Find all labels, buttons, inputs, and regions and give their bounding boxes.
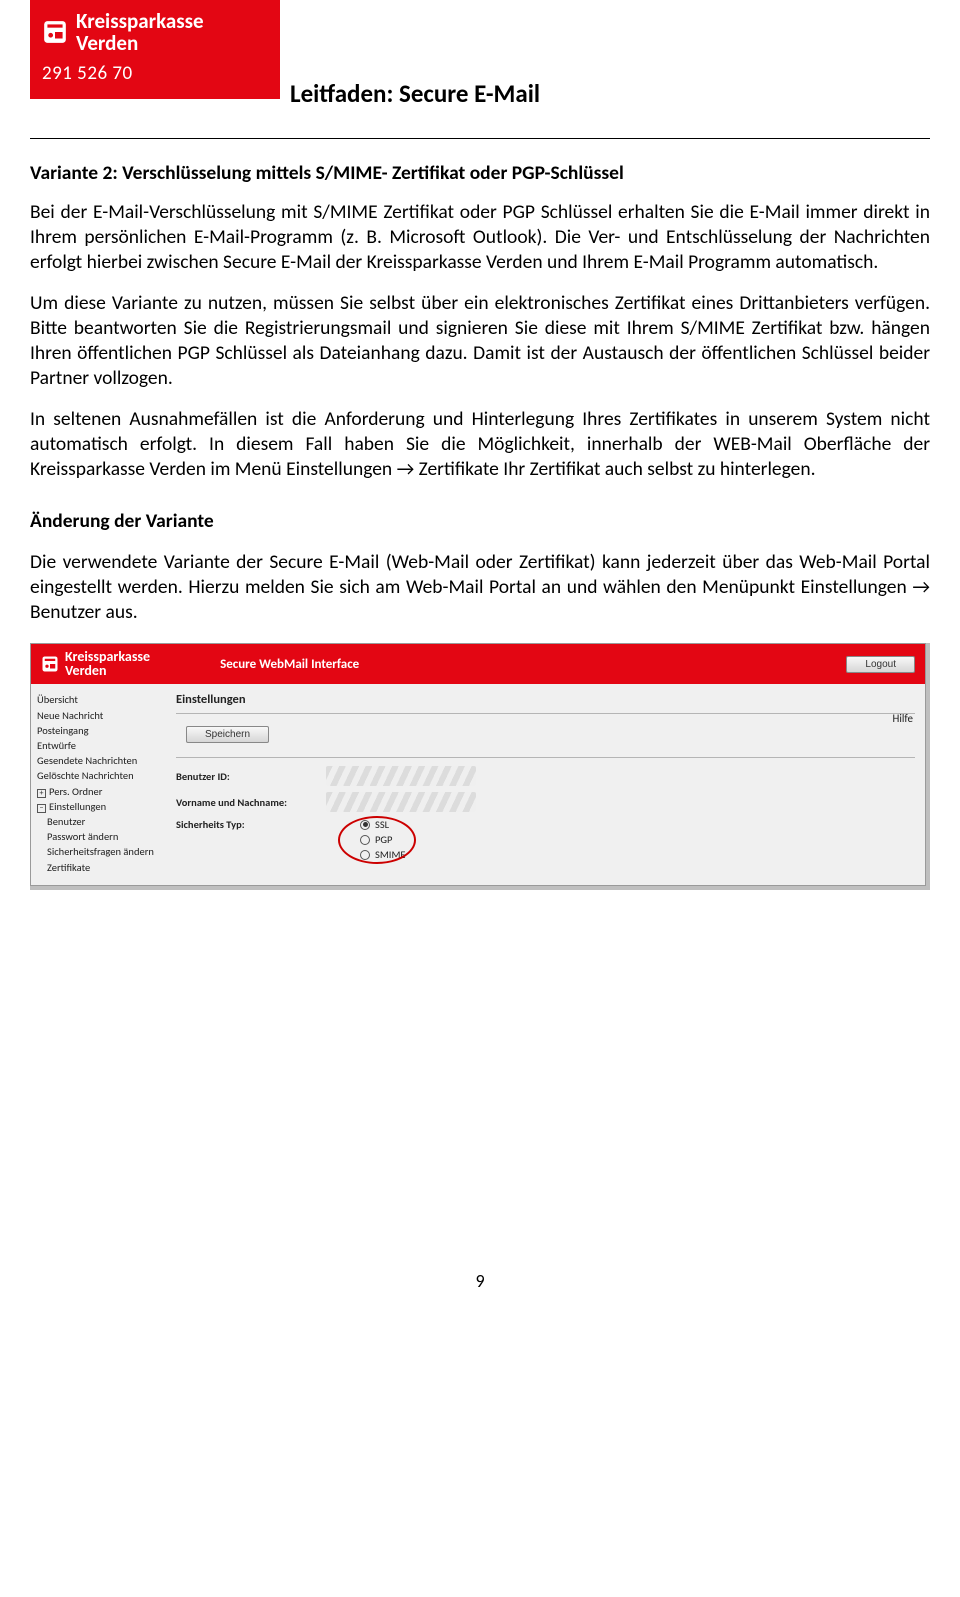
sidebar-item[interactable]: Neue Nachricht <box>37 708 160 723</box>
webmail-sidebar: Übersicht Neue Nachricht Posteingang Ent… <box>31 684 166 885</box>
paragraph: Um diese Variante zu nutzen, müssen Sie … <box>30 291 930 391</box>
sidebar-item[interactable]: Sicherheitsfragen ändern <box>37 844 160 859</box>
logout-button[interactable]: Logout <box>846 656 915 673</box>
brand-header: Kreissparkasse Verden 291 526 70 <box>30 0 280 99</box>
save-button[interactable]: Speichern <box>186 726 269 743</box>
sidebar-item-benutzer[interactable]: Benutzer <box>37 814 160 829</box>
sidebar-item[interactable]: +Pers. Ordner <box>37 784 160 799</box>
page-number: 9 <box>0 1270 960 1312</box>
label-name: Vorname und Nachname: <box>176 796 326 809</box>
panel-title: Einstellungen <box>176 692 915 707</box>
sidebar-item[interactable]: Posteingang <box>37 723 160 738</box>
radio-smime[interactable] <box>360 850 370 860</box>
tree-expand-icon[interactable]: + <box>37 789 46 798</box>
redacted-value <box>326 792 476 812</box>
radio-ssl[interactable] <box>360 820 370 830</box>
divider <box>30 138 930 139</box>
option-label: PGP <box>375 833 392 846</box>
sidebar-item[interactable]: Gelöschte Nachrichten <box>37 768 160 783</box>
webmail-screenshot: Kreissparkasse Verden Secure WebMail Int… <box>30 643 926 886</box>
section-heading: Änderung der Variante <box>30 509 930 534</box>
webmail-bank-name: Kreissparkasse Verden <box>65 650 150 679</box>
doc-title: Leitfaden: Secure E-Mail <box>290 78 540 109</box>
paragraph: Die verwendete Variante der Secure E-Mai… <box>30 550 930 625</box>
tree-collapse-icon[interactable]: − <box>37 804 46 813</box>
security-type-options: SSL PGP SMIME <box>326 818 406 861</box>
label-userid: Benutzer ID: <box>176 770 326 783</box>
label-security-type: Sicherheits Typ: <box>176 818 326 831</box>
radio-pgp[interactable] <box>360 835 370 845</box>
sidebar-item[interactable]: Gesendete Nachrichten <box>37 753 160 768</box>
bank-name: Kreissparkasse Verden <box>76 10 204 54</box>
sidebar-item[interactable]: Übersicht <box>37 692 160 707</box>
help-link[interactable]: Hilfe <box>893 712 913 725</box>
webmail-main: Einstellungen Hilfe Speichern Benutzer I… <box>166 684 925 885</box>
redacted-value <box>326 766 476 786</box>
sidebar-item[interactable]: Entwürfe <box>37 738 160 753</box>
sidebar-item[interactable]: Passwort ändern <box>37 829 160 844</box>
sparkasse-logo-icon <box>41 655 59 673</box>
option-label: SMIME <box>375 848 406 861</box>
sparkasse-logo-icon <box>42 19 68 45</box>
option-label: SSL <box>375 818 389 831</box>
paragraph: In seltenen Ausnahmefällen ist die Anfor… <box>30 407 930 482</box>
section-heading: Variante 2: Verschlüsselung mittels S/MI… <box>30 161 930 186</box>
paragraph: Bei der E-Mail-Verschlüsselung mit S/MIM… <box>30 200 930 275</box>
bank-code: 291 526 70 <box>42 62 268 85</box>
sidebar-item[interactable]: −Einstellungen <box>37 799 160 814</box>
sidebar-item[interactable]: Zertifikate <box>37 860 160 875</box>
webmail-title: Secure WebMail Interface <box>220 657 846 672</box>
